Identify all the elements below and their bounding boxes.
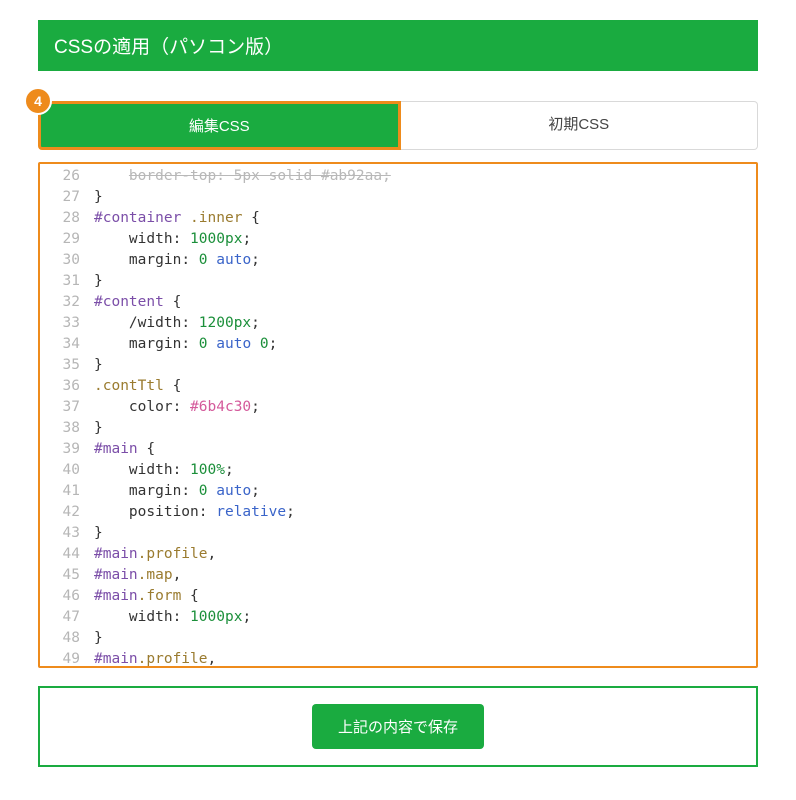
line-number: 40 xyxy=(40,460,80,481)
tab-edit-css[interactable]: 編集CSS xyxy=(38,101,401,150)
line-number: 44 xyxy=(40,544,80,565)
line-number: 43 xyxy=(40,523,80,544)
code-line[interactable]: border-top: 5px solid #ab92aa; xyxy=(94,166,750,187)
code-line[interactable]: margin: 0 auto; xyxy=(94,481,750,502)
line-number: 41 xyxy=(40,481,80,502)
code-line[interactable]: #main.profile, xyxy=(94,649,750,666)
save-button-label: 上記の内容で保存 xyxy=(338,719,458,736)
line-number: 39 xyxy=(40,439,80,460)
tab-label: 編集CSS xyxy=(189,118,250,135)
tab-default-css[interactable]: 初期CSS xyxy=(401,101,759,150)
line-number: 31 xyxy=(40,271,80,292)
tabs-container: 4 編集CSS 初期CSS xyxy=(38,101,758,150)
code-editor[interactable]: 2627282930313233343536373839404142434445… xyxy=(40,164,756,666)
section-title: CSSの適用（パソコン版） xyxy=(54,37,283,58)
line-number: 33 xyxy=(40,313,80,334)
code-line[interactable]: } xyxy=(94,418,750,439)
line-number: 42 xyxy=(40,502,80,523)
line-number: 26 xyxy=(40,166,80,187)
tabs: 編集CSS 初期CSS xyxy=(38,101,758,150)
tab-label: 初期CSS xyxy=(548,116,609,133)
line-number: 47 xyxy=(40,607,80,628)
code-line[interactable]: } xyxy=(94,523,750,544)
line-number: 32 xyxy=(40,292,80,313)
code-line[interactable]: } xyxy=(94,355,750,376)
code-line[interactable]: #main { xyxy=(94,439,750,460)
line-number: 46 xyxy=(40,586,80,607)
line-number: 35 xyxy=(40,355,80,376)
code-line[interactable]: } xyxy=(94,628,750,649)
code-line[interactable]: width: 1000px; xyxy=(94,229,750,250)
code-line[interactable]: } xyxy=(94,271,750,292)
code-line[interactable]: /width: 1200px; xyxy=(94,313,750,334)
code-line[interactable]: #main.form { xyxy=(94,586,750,607)
section-header: CSSの適用（パソコン版） xyxy=(38,20,758,71)
code-line[interactable]: #container .inner { xyxy=(94,208,750,229)
line-number-gutter: 2627282930313233343536373839404142434445… xyxy=(40,164,88,666)
code-line[interactable]: #content { xyxy=(94,292,750,313)
line-number: 36 xyxy=(40,376,80,397)
line-number: 37 xyxy=(40,397,80,418)
line-number: 48 xyxy=(40,628,80,649)
code-line[interactable]: } xyxy=(94,187,750,208)
line-number: 27 xyxy=(40,187,80,208)
code-line[interactable]: width: 100%; xyxy=(94,460,750,481)
line-number: 38 xyxy=(40,418,80,439)
code-line[interactable]: .contTtl { xyxy=(94,376,750,397)
step-badge: 4 xyxy=(24,87,52,115)
line-number: 29 xyxy=(40,229,80,250)
save-section: 上記の内容で保存 xyxy=(38,686,758,767)
code-line[interactable]: #main.profile, xyxy=(94,544,750,565)
code-line[interactable]: margin: 0 auto 0; xyxy=(94,334,750,355)
line-number: 34 xyxy=(40,334,80,355)
code-line[interactable]: position: relative; xyxy=(94,502,750,523)
line-number: 30 xyxy=(40,250,80,271)
code-editor-frame: 2627282930313233343536373839404142434445… xyxy=(38,162,758,668)
code-line[interactable]: color: #6b4c30; xyxy=(94,397,750,418)
code-line[interactable]: #main.map, xyxy=(94,565,750,586)
code-line[interactable]: margin: 0 auto; xyxy=(94,250,750,271)
code-content[interactable]: border-top: 5px solid #ab92aa;}#containe… xyxy=(88,164,756,666)
line-number: 45 xyxy=(40,565,80,586)
line-number: 28 xyxy=(40,208,80,229)
code-line[interactable]: width: 1000px; xyxy=(94,607,750,628)
line-number: 49 xyxy=(40,649,80,666)
save-button[interactable]: 上記の内容で保存 xyxy=(312,704,484,749)
step-number: 4 xyxy=(34,93,42,109)
